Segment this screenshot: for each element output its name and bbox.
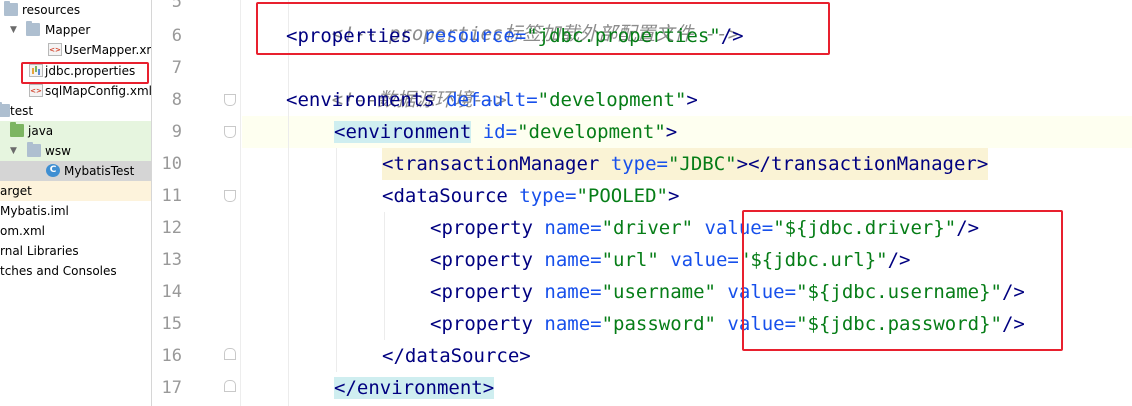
tag-open: <property xyxy=(430,217,533,239)
tree-item-resources[interactable]: resources xyxy=(0,0,151,20)
line-number: 16 xyxy=(161,346,182,366)
line-number: 15 xyxy=(161,314,182,334)
tag-close: ></ xyxy=(736,153,771,175)
code-line-11: <dataSource type="POOLED"> xyxy=(382,180,679,212)
line-number: 13 xyxy=(161,250,182,270)
tree-item-scratches-and-consoles[interactable]: tches and Consoles xyxy=(0,261,151,281)
tag-open: <property xyxy=(430,249,533,271)
tag-close: > xyxy=(686,89,698,111)
tag-open: <dataSource xyxy=(382,185,508,207)
fold-toggle-icon[interactable] xyxy=(224,126,236,138)
tree-item-external-libraries[interactable]: rnal Libraries xyxy=(0,241,151,261)
indent-guide xyxy=(384,212,385,340)
tag-name: transactionManager xyxy=(770,153,977,175)
code-line-17: </environment> xyxy=(334,372,495,404)
tree-item-java[interactable]: java xyxy=(0,121,151,141)
attribute: type= xyxy=(507,185,577,207)
tag-name: environment xyxy=(345,121,472,143)
attribute-value: "username" xyxy=(601,281,716,303)
chevron-down-icon[interactable]: ▼ xyxy=(10,20,17,40)
highlight-box-properties-tag xyxy=(256,2,830,55)
fold-toggle-icon[interactable] xyxy=(224,94,236,106)
tree-item-wsw[interactable]: ▼ wsw xyxy=(0,141,151,161)
folder-icon xyxy=(4,1,18,16)
attribute-value: "POOLED" xyxy=(576,185,668,207)
tree-item-pom-xml[interactable]: om.xml xyxy=(0,221,151,241)
line-number: 9 xyxy=(171,122,182,142)
line-number: 6 xyxy=(171,26,182,46)
tree-item-usermapper-xml[interactable]: <> UserMapper.xml xyxy=(0,40,151,60)
tag-open: </dataSource xyxy=(382,345,520,367)
attribute: id= xyxy=(471,121,518,143)
code-line-16: </dataSource> xyxy=(382,340,531,372)
attribute: value= xyxy=(658,249,739,271)
tag-bracket: < xyxy=(334,121,346,143)
line-number: 8 xyxy=(171,90,182,110)
tree-item-mapper[interactable]: ▼ Mapper xyxy=(0,20,151,40)
highlight-box-property-values xyxy=(742,210,1063,351)
fold-toggle-icon[interactable] xyxy=(224,348,236,360)
tag-bracket: </ xyxy=(334,377,357,399)
attribute-value: "development" xyxy=(517,121,666,143)
tag-close: > xyxy=(519,345,531,367)
attribute-value: "password" xyxy=(601,313,716,335)
line-number: 10 xyxy=(161,154,182,174)
xml-file-icon: <> xyxy=(29,84,43,97)
attribute-value: "JDBC" xyxy=(667,153,737,175)
line-number: 17 xyxy=(161,378,182,398)
chevron-down-icon[interactable]: ▼ xyxy=(10,141,17,161)
tag-name: environment xyxy=(356,377,483,399)
tree-item-target[interactable]: arget xyxy=(0,181,151,201)
class-icon: C xyxy=(46,164,60,177)
tag-open: <transactionManager xyxy=(382,153,600,175)
folder-icon xyxy=(26,21,40,36)
tag-open: <property xyxy=(430,281,533,303)
code-editor[interactable]: <!-- properties标签加载外部配置文件 --> <propertie… xyxy=(242,0,1132,406)
attribute: name= xyxy=(532,281,602,303)
tag-close: > xyxy=(976,153,989,175)
line-number: 5 xyxy=(171,0,182,12)
indent-guide xyxy=(336,148,337,372)
attribute: name= xyxy=(532,217,602,239)
tree-item-mybatis-iml[interactable]: Mybatis.iml xyxy=(0,201,151,221)
folder-icon xyxy=(10,122,24,137)
attribute-value: "url" xyxy=(601,249,659,271)
fold-toggle-icon[interactable] xyxy=(224,380,236,392)
tag-open: <environments xyxy=(286,89,435,111)
code-line-7: <!--数据源环境--> xyxy=(286,52,507,111)
tree-item-sqlmapconfig-xml[interactable]: <> sqlMapConfig.xml xyxy=(0,81,151,101)
package-icon xyxy=(27,142,41,157)
line-number: 12 xyxy=(161,218,182,238)
tag-close: > xyxy=(668,185,680,207)
code-line-10: <transactionManager type="JDBC"></transa… xyxy=(382,148,989,180)
fold-toggle-icon[interactable] xyxy=(224,190,236,202)
folder-icon xyxy=(0,102,10,117)
project-tree: resources ▼ Mapper <> UserMapper.xml jdb… xyxy=(0,0,152,406)
attribute-value: "driver" xyxy=(601,217,694,239)
highlight-box-jdbc-properties xyxy=(21,62,149,84)
attribute: type= xyxy=(599,153,668,175)
attribute-value: "development" xyxy=(537,89,687,111)
xml-file-icon: <> xyxy=(48,43,62,56)
line-number: 14 xyxy=(161,282,182,302)
tree-item-mybatistest[interactable]: C MybatisTest xyxy=(0,161,151,181)
tag-open: <property xyxy=(430,313,533,335)
attribute: name= xyxy=(532,313,602,335)
attribute: name= xyxy=(532,249,602,271)
tag-bracket: > xyxy=(482,377,495,399)
tag-close: > xyxy=(665,121,678,143)
attribute: default= xyxy=(434,89,538,111)
gutter-separator xyxy=(240,0,241,406)
line-number: 11 xyxy=(161,186,182,206)
tag-open: </environment> xyxy=(334,377,495,399)
line-number: 7 xyxy=(171,58,182,78)
tag-open: <environment xyxy=(334,121,472,143)
tree-item-test[interactable]: test xyxy=(0,101,151,121)
code-line-8: <environments default="development"> xyxy=(286,84,698,116)
code-line-9: <environment id="development"> xyxy=(334,116,677,148)
